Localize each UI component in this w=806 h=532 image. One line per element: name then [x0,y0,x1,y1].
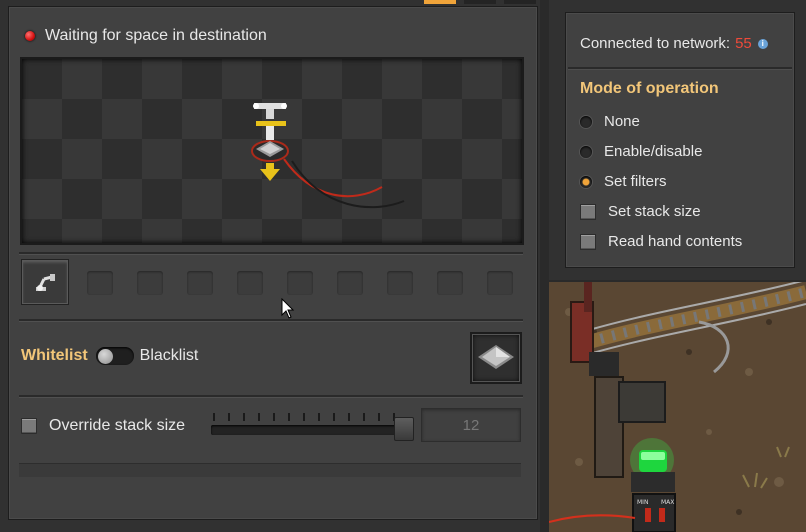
radio-none[interactable] [580,115,592,128]
filter-slot-empty[interactable] [237,271,263,295]
filter-slot-empty[interactable] [87,271,113,295]
network-status: Connected to network: 55 i [580,35,768,52]
circuit-panel: Connected to network: 55 i Mode of opera… [549,0,806,280]
filter-slot-empty[interactable] [437,271,463,295]
circuit-frame: Connected to network: 55 i Mode of opera… [565,12,795,268]
stack-size-input[interactable]: 12 [421,408,521,442]
separator [568,67,792,70]
option-label: Read hand contents [608,233,743,250]
inserter-icon [36,274,55,291]
filter-slot-empty[interactable] [287,271,313,295]
steel-plate-icon [478,345,514,369]
radio-enable-disable[interactable] [580,145,592,158]
svg-text:MIN: MIN [637,499,648,506]
mode-of-operation-title: Mode of operation [580,80,719,97]
mode-option-enable-disable[interactable]: Enable/disable [580,143,702,160]
override-stack-label: Override stack size [49,417,186,434]
filter-slot-empty[interactable] [187,271,213,295]
override-stack-checkbox[interactable] [21,418,37,434]
inserter-panel: Waiting for space in destination Whiteli… [0,0,540,532]
status-text: Waiting for space in destination [45,27,267,44]
option-set-stack-size[interactable]: Set stack size [580,203,701,220]
network-id: 55 [735,35,752,52]
stack-slider-ticks [211,413,406,423]
mode-option-label: None [604,113,640,130]
filter-slot-empty[interactable] [387,271,413,295]
separator [19,395,523,398]
inserter-item-slot[interactable] [21,259,69,305]
network-label: Connected to network: [580,35,731,52]
tab[interactable] [464,0,496,4]
whitelist-label[interactable]: Whitelist [21,347,88,365]
stack-size-slider[interactable] [211,425,411,435]
filter-slot-empty[interactable] [137,271,163,295]
filter-item-slot[interactable] [470,332,522,384]
svg-text:MAX: MAX [661,499,674,506]
read-hand-contents-checkbox[interactable] [580,233,596,250]
entity-preview[interactable] [20,57,524,245]
stack-slider-handle[interactable] [394,417,414,441]
option-label: Set stack size [608,203,701,220]
filter-slot-empty[interactable] [487,271,513,295]
override-stack-row: Override stack size [21,417,185,435]
separator [19,252,523,255]
mode-option-none[interactable]: None [580,113,640,130]
separator [19,319,523,322]
whitelist-blacklist-toggle[interactable] [95,347,134,365]
bottom-bar [19,463,521,477]
inserter-preview-image [251,103,405,209]
radio-set-filters[interactable] [580,175,592,188]
mode-option-label: Set filters [604,173,667,190]
game-scene-image: MIN MAX [549,282,806,532]
mode-option-label: Enable/disable [604,143,703,160]
filter-mode-switch: Whitelist Blacklist [21,347,198,365]
toggle-knob [97,349,113,364]
blacklist-label[interactable]: Blacklist [140,347,199,365]
status-indicator-icon [25,31,35,41]
filter-slot-empty[interactable] [337,271,363,295]
tab-active[interactable] [424,0,456,4]
game-world-view[interactable]: MIN MAX [549,282,806,532]
mouse-cursor-icon [281,298,295,319]
set-stack-size-checkbox[interactable] [580,203,596,220]
info-icon[interactable]: i [757,38,768,49]
mode-option-set-filters[interactable]: Set filters [580,173,667,190]
tab[interactable] [504,0,536,4]
inserter-frame: Waiting for space in destination Whiteli… [8,6,538,520]
option-read-hand-contents[interactable]: Read hand contents [580,233,742,250]
status-row: Waiting for space in destination [25,27,267,45]
